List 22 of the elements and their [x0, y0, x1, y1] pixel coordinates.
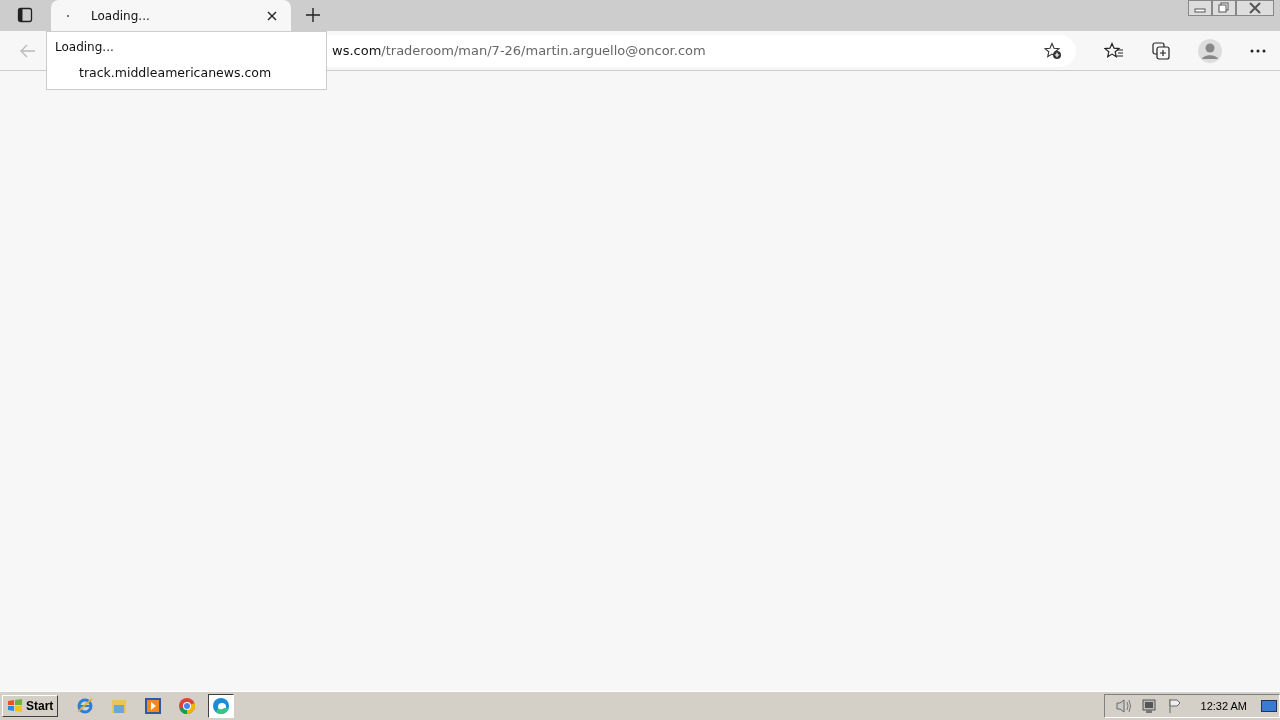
clock[interactable]: 12:32 AM: [1200, 700, 1247, 712]
favorites-icon[interactable]: [1104, 41, 1124, 60]
url-host: ws.com: [332, 43, 382, 58]
tab-actions-icon[interactable]: [17, 7, 33, 23]
profile-icon[interactable]: [1198, 38, 1222, 63]
more-icon[interactable]: [1250, 48, 1266, 53]
restore-icon[interactable]: [1212, 0, 1236, 16]
minimize-icon[interactable]: [1188, 0, 1212, 16]
add-favorite-icon[interactable]: [1044, 41, 1062, 60]
url-path: /traderoom/man/7-26/martin.arguello@oncor.com: [381, 43, 706, 58]
tooltip-url: track.middleamericanews.com: [79, 65, 273, 80]
start-button[interactable]: Start: [2, 695, 59, 717]
show-desktop-icon[interactable]: [1261, 699, 1277, 713]
network-icon[interactable]: [1140, 698, 1159, 714]
speaker-icon[interactable]: [1114, 698, 1133, 714]
flag-icon[interactable]: [1166, 698, 1183, 714]
tooltip-title: Loading...: [55, 40, 115, 54]
windows-logo-icon: [7, 699, 23, 713]
collections-icon[interactable]: [1152, 41, 1170, 60]
new-tab-icon[interactable]: [306, 8, 320, 22]
browser-tab[interactable]: Loading...: [51, 0, 291, 31]
close-icon[interactable]: [267, 10, 277, 21]
